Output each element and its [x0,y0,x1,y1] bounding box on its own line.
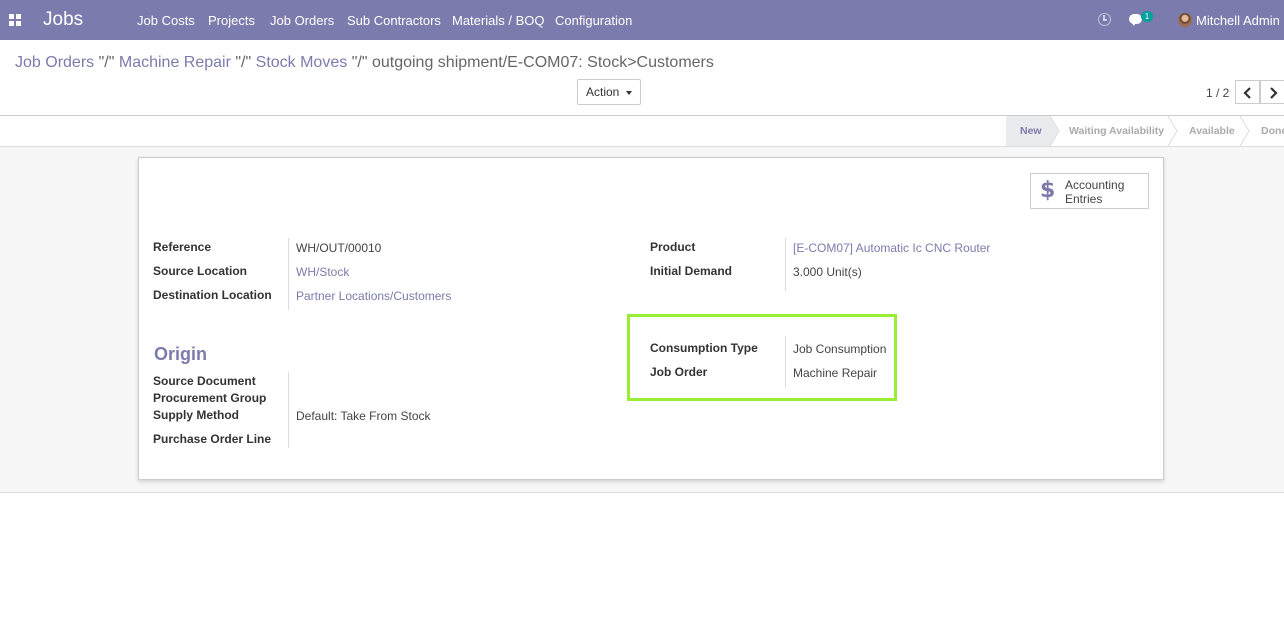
breadcrumb-machine-repair[interactable]: Machine Repair [119,54,231,71]
consumption-type-label: Consumption Type [650,341,758,355]
initial-demand-uom: Unit(s) [826,265,862,279]
field-divider [785,336,786,388]
stage-available: Available [1189,125,1235,137]
stage-arrow-separator [1050,116,1060,146]
chevron-left-icon [1243,87,1251,99]
action-label: Action [586,85,620,99]
top-navbar: Jobs Job Costs Projects Job Orders Sub C… [0,0,1284,40]
purchase-order-line-label: Purchase Order Line [153,432,272,446]
procurement-group-label: Procurement Group [153,391,267,405]
source-document-label: Source Document [153,374,256,388]
menu-configuration[interactable]: Configuration [555,13,632,28]
breadcrumb-stock-moves[interactable]: Stock Moves [256,54,348,71]
dollar-icon: $ [1040,178,1056,203]
form-sheet-background: $ Accounting Entries Reference Source Loc… [0,147,1284,493]
user-menu-name[interactable]: Mitchell Admin [1196,13,1280,28]
stage-arrow-separator [1168,116,1178,146]
accounting-entries-label: Accounting Entries [1065,178,1125,206]
breadcrumb-separator: "/" [235,54,252,71]
chatter-area [0,493,1284,642]
initial-demand-value: 3.000 Unit(s) [793,265,862,279]
status-bar: New Waiting Availability Available Done [0,116,1284,147]
reference-value: WH/OUT/00010 [296,241,382,255]
menu-job-orders[interactable]: Job Orders [270,13,334,28]
apps-menu-icon[interactable] [9,14,21,26]
product-label: Product [650,240,696,254]
pager-next-button[interactable] [1260,80,1284,104]
stage-new: New [1006,116,1050,146]
activity-clock-icon[interactable] [1098,13,1111,26]
reference-label: Reference [153,240,212,254]
caret-down-icon [626,91,632,95]
pager-previous-button[interactable] [1235,80,1260,104]
field-divider [785,238,786,291]
chat-count-badge: 1 [1141,11,1153,22]
breadcrumb-job-orders[interactable]: Job Orders [15,54,94,71]
menu-job-costs[interactable]: Job Costs [137,13,195,28]
product-link[interactable]: [E-COM07] Automatic Ic CNC Router [793,241,990,255]
pager-value[interactable]: 1 / 2 [1206,86,1229,100]
job-order-label: Job Order [650,365,708,379]
form-sheet: $ Accounting Entries Reference Source Loc… [138,157,1164,480]
field-divider [288,372,289,448]
supply-method-label: Supply Method [153,408,239,422]
menu-projects[interactable]: Projects [208,13,255,28]
accounting-entries-button[interactable]: $ Accounting Entries [1030,173,1149,209]
supply-method-value: Default: Take From Stock [296,409,431,423]
breadcrumb-separator: "/" [98,54,115,71]
job-order-value: Machine Repair [793,366,878,380]
initial-demand-label: Initial Demand [650,264,733,278]
action-dropdown-button[interactable]: Action [577,79,641,105]
initial-demand-quantity: 3.000 [793,265,824,279]
menu-materials-boq[interactable]: Materials / BOQ [452,13,544,28]
source-location-link[interactable]: WH/Stock [296,265,349,279]
user-avatar[interactable] [1178,13,1192,27]
breadcrumb: Job Orders "/" Machine Repair "/" Stock … [15,54,714,72]
stage-waiting-availability: Waiting Availability [1069,125,1165,137]
destination-location-link[interactable]: Partner Locations/Customers [296,289,451,303]
field-divider [288,238,289,310]
consumption-type-value: Job Consumption [793,342,887,356]
destination-location-label: Destination Location [153,288,272,302]
breadcrumb-current: outgoing shipment/E-COM07: Stock>Custome… [371,54,714,71]
highlight-box [627,314,897,401]
chevron-right-icon [1270,87,1278,99]
breadcrumb-separator: "/" [351,54,368,71]
app-title[interactable]: Jobs [43,9,83,31]
control-panel: Job Orders "/" Machine Repair "/" Stock … [0,40,1284,116]
menu-sub-contractors[interactable]: Sub Contractors [347,13,441,28]
source-location-label: Source Location [153,264,248,278]
stage-done: Done [1261,125,1284,137]
origin-section-title: Origin [154,344,207,364]
stage-arrow-separator [1240,116,1250,146]
